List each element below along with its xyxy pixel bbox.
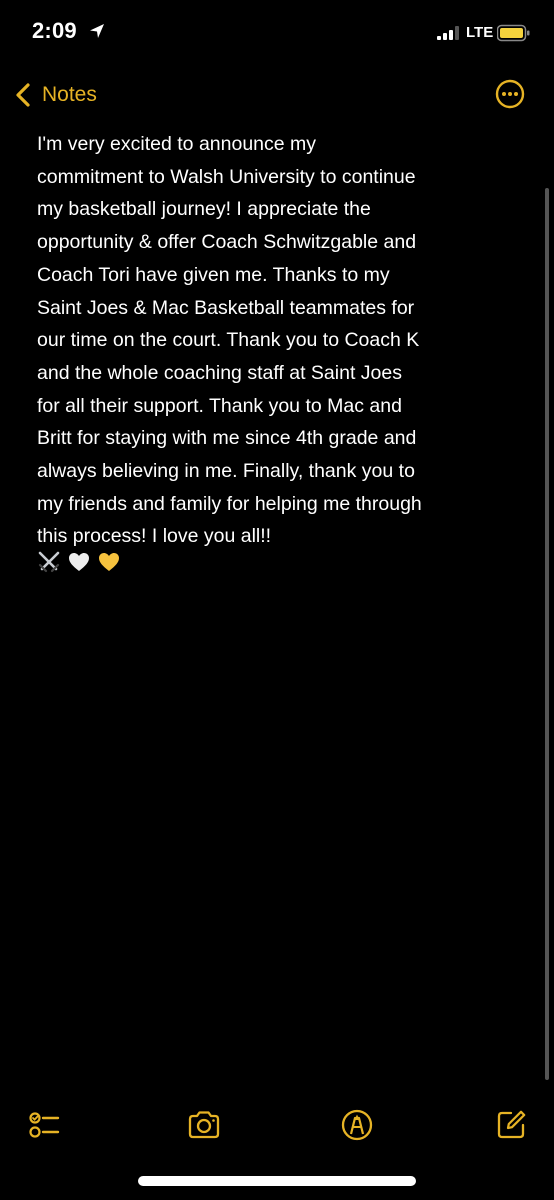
back-label: Notes — [42, 83, 97, 106]
checklist-button[interactable] — [27, 1108, 61, 1142]
bottom-toolbar — [0, 1100, 554, 1150]
white-heart-icon — [69, 553, 89, 571]
status-bar: 2:09 LTE — [0, 0, 554, 64]
chevron-left-icon — [16, 83, 30, 107]
markup-pen-icon — [341, 1109, 373, 1141]
back-button[interactable]: Notes — [14, 80, 97, 110]
emoji-row — [37, 550, 121, 574]
checklist-icon — [29, 1112, 60, 1138]
location-arrow-icon — [90, 24, 104, 38]
nav-bar: Notes — [0, 70, 554, 120]
network-type: LTE — [466, 24, 494, 41]
notes-screen: 2:09 LTE Notes I'm very excited to annou… — [0, 0, 554, 1200]
home-indicator[interactable] — [138, 1176, 416, 1186]
signal-bars-icon — [437, 26, 459, 40]
scroll-indicator[interactable] — [545, 188, 549, 1080]
markup-button[interactable] — [340, 1108, 374, 1142]
compose-icon — [497, 1110, 526, 1139]
ellipsis-circle-icon[interactable] — [495, 79, 525, 109]
battery-icon — [497, 24, 530, 42]
camera-button[interactable] — [187, 1108, 221, 1142]
yellow-heart-icon — [99, 553, 119, 571]
crossed-swords-icon — [38, 551, 60, 573]
note-body-text[interactable]: I'm very excited to announce my commitme… — [37, 128, 537, 553]
camera-icon — [188, 1111, 220, 1139]
status-time: 2:09 — [32, 18, 77, 43]
compose-button[interactable] — [494, 1108, 528, 1142]
